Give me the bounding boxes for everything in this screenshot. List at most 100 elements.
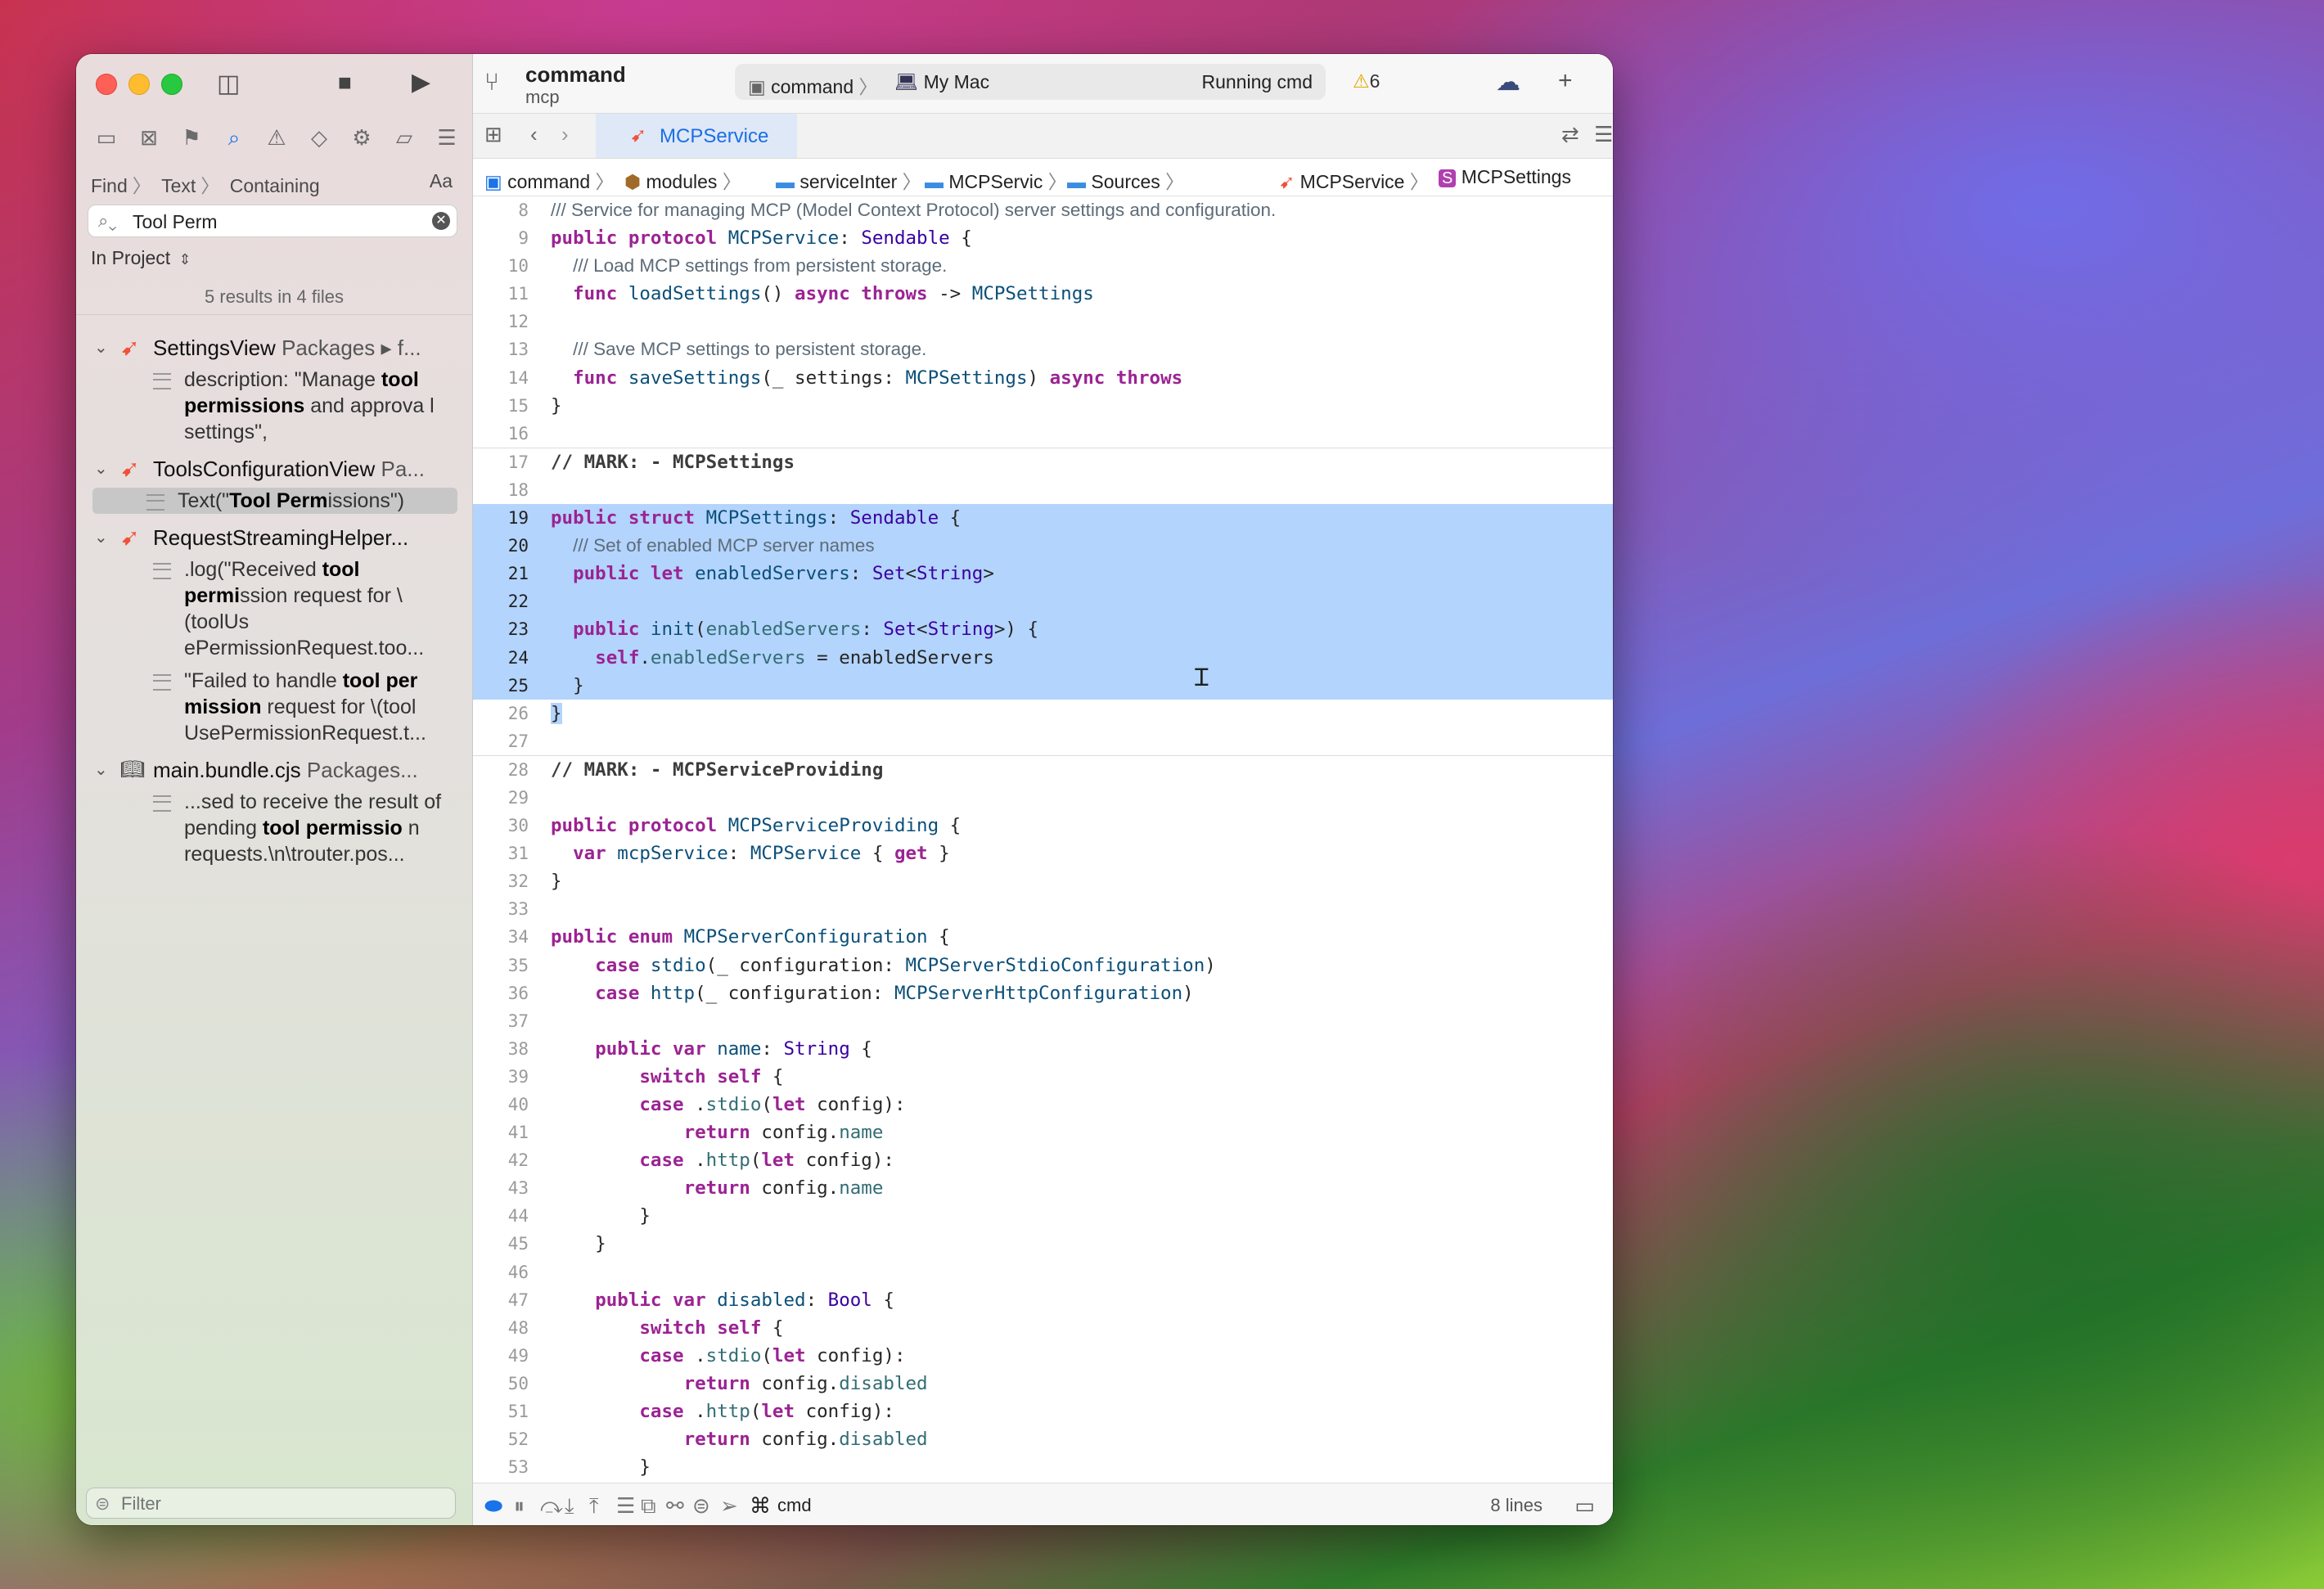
warning-indicator[interactable]: ⚠6 (1353, 70, 1380, 92)
result-file-row[interactable]: ⌄ 📖︎ main.bundle.cjs Packages... (76, 753, 472, 789)
find-mode[interactable]: Find (91, 175, 128, 196)
zoom-window-button[interactable] (161, 74, 182, 95)
breadcrumb-item[interactable]: ⬢ modules 〉 (624, 166, 741, 194)
tab-label: MCPService (660, 125, 769, 147)
chevron-down-icon[interactable]: ⌄ (94, 759, 108, 780)
find-search-input[interactable] (131, 209, 412, 235)
simulate-icon[interactable]: ⊜ (692, 1493, 710, 1519)
folder-icon: ▬ (925, 171, 944, 192)
back-icon[interactable]: ‹ (530, 122, 538, 146)
cloud-icon[interactable]: ☁ (1496, 70, 1520, 95)
scheme-selector[interactable]: ▣ command 〉 (748, 71, 878, 99)
breadcrumb-item[interactable]: ▬ MCPServic 〉 (925, 166, 1067, 194)
source-control-icon[interactable]: ⊠ (135, 123, 163, 152)
result-match[interactable]: ...sed to receive the result of pending … (133, 789, 459, 867)
breadcrumb-item[interactable]: S MCPSettings (1439, 166, 1571, 188)
source-editor[interactable]: 8/// Service for managing MCP (Model Con… (473, 196, 1613, 1481)
swap-icon[interactable]: ⇄ (1561, 122, 1579, 146)
editor-options-icon[interactable]: ☰ (1594, 122, 1613, 146)
step-out-icon[interactable]: ⤒ (589, 1493, 599, 1519)
breadcrumb-label: serviceInte⁠r (799, 171, 898, 192)
location-icon[interactable]: ➢ (720, 1493, 738, 1519)
app-icon: ▣ (748, 76, 766, 97)
code-line: 28// MARK: - MCPServiceProviding (473, 754, 1613, 784)
environment-icon[interactable]: ⚯ (666, 1493, 684, 1519)
forward-icon[interactable]: › (561, 122, 569, 146)
add-icon[interactable]: + (1558, 69, 1573, 93)
sidebar-toggle-icon[interactable]: ◫ (217, 72, 240, 97)
stop-icon[interactable]: ■ (338, 70, 352, 95)
xcode-window: ◫ ■ ▶ ▭ ⊠ ⚑ ⌕ ⚠ ◇ ⚙ ▱ ☰ Find 〉 Text 〉 Cont… (76, 54, 1613, 1525)
scope-selector[interactable]: In Project ⇕ (91, 247, 191, 269)
scheme-activity-bar: ▣ command 〉 💻︎ My Mac Running cmd (735, 64, 1326, 100)
view-hierarchy-icon[interactable]: ☰ (616, 1493, 635, 1519)
code-line: 36 case http(_ configuration: MCPServerH… (507, 982, 1194, 1004)
code-line-selected: 21 public let enabledServers: Set<String… (473, 560, 1613, 588)
result-file-row[interactable]: ⌄ ➹ ToolsConfigurationView Pa... (76, 452, 472, 488)
result-match[interactable]: .log("Received tool permission request f… (133, 556, 459, 661)
match-case-toggle[interactable]: Aa (430, 170, 453, 192)
text-lines-icon (153, 373, 171, 389)
breadcrumb-item[interactable]: ▬ Sources 〉 (1067, 166, 1184, 194)
breakpoint-icon[interactable]: ▱ (390, 123, 418, 152)
result-file-path: Packages ▸ f... (281, 335, 421, 360)
process-name[interactable]: cmd (777, 1495, 812, 1516)
find-type[interactable]: Text (161, 175, 196, 196)
result-file-row[interactable]: ⌄ ➹ RequestStreamingHelper... (76, 520, 472, 556)
chevron-down-icon[interactable]: ⌄ (94, 337, 108, 358)
folder-icon[interactable]: ▭ (92, 123, 120, 152)
branch-icon[interactable]: ⑂ (484, 69, 499, 97)
swift-icon: ➹ (120, 524, 140, 550)
breadcrumb-label: command (507, 171, 591, 192)
chevron-down-icon[interactable]: ⌄ (94, 458, 108, 479)
jump-bar: ▣ command 〉 ⬢ modules 〉 ▬ serviceInte⁠r … (473, 158, 1613, 196)
text-lines-icon (153, 674, 171, 691)
run-icon[interactable]: ▶ (412, 70, 430, 95)
find-match-style[interactable]: Containing (230, 175, 320, 196)
result-file-path: Pa... (381, 457, 425, 481)
bookmark-icon[interactable]: ⚑ (178, 123, 205, 152)
terminal-process-icon: ⌘ (750, 1493, 771, 1518)
chevron-down-icon[interactable]: ⌄ (94, 527, 108, 547)
close-window-button[interactable] (96, 74, 117, 95)
step-over-icon[interactable]: ⤼ (540, 1493, 563, 1519)
report-icon[interactable]: ☰ (433, 123, 461, 152)
selection-line-count: 8 lines (1490, 1495, 1543, 1515)
project-subtitle: mcp (525, 87, 560, 107)
issue-icon[interactable]: ⚠ (263, 123, 290, 152)
test-icon[interactable]: ◇ (305, 123, 333, 152)
result-match[interactable]: description: "Manage tool permissions an… (133, 367, 459, 445)
code-line: 45 } (507, 1233, 606, 1255)
find-navigator-icon[interactable]: ⌕ (220, 123, 248, 152)
divider (76, 314, 472, 315)
debug-icon[interactable]: ⚙ (348, 123, 376, 152)
result-match[interactable]: "Failed to handle tool per mission reque… (133, 668, 459, 746)
clear-search-icon[interactable]: ✕ (432, 212, 450, 230)
text-lines-icon (153, 795, 171, 812)
editor-tab-bar: ⊞ ‹ › ➹ MCPService ⇄ ☰ ⊞ (473, 113, 1613, 159)
code-line: 41 return config.name (507, 1122, 884, 1144)
breadcrumb-item[interactable]: ▬ serviceInte⁠r 〉 (776, 166, 921, 194)
filter-input[interactable] (119, 1492, 434, 1516)
code-line: 53 } (507, 1456, 651, 1479)
memory-graph-icon[interactable]: ⧉ (641, 1493, 656, 1519)
console-toggle-icon[interactable]: ▭ (1574, 1493, 1595, 1519)
code-line: 11 func loadSettings() async throws -> M… (507, 283, 1094, 305)
code-line: 37 (507, 1011, 529, 1031)
breadcrumb-item[interactable]: ▣ command 〉 (484, 166, 615, 194)
destination-selector[interactable]: 💻︎ My Mac (894, 71, 989, 93)
find-options: Find 〉 Text 〉 Containing Aa (91, 170, 453, 196)
warning-icon: ⚠ (1353, 70, 1370, 92)
result-file-path: Packages... (306, 758, 418, 782)
code-line: 52 return config.disabled (507, 1429, 928, 1451)
result-match-selected[interactable]: Text("Tool Permissions") (92, 488, 457, 514)
grid-icon[interactable]: ⊞ (484, 122, 502, 146)
step-into-icon[interactable]: ⤓ (565, 1493, 574, 1519)
breakpoints-toggle-icon[interactable]: ⬬ (484, 1493, 502, 1519)
project-title: command (525, 62, 626, 87)
result-file-row[interactable]: ⌄ ➹ SettingsView Packages ▸ f... (76, 331, 472, 367)
minimize-window-button[interactable] (128, 74, 150, 95)
breadcrumb-item[interactable]: ➹ MCPService 〉 (1279, 166, 1429, 194)
pause-icon[interactable]: ⏸ (514, 1493, 525, 1519)
tab-mcpservice[interactable]: ➹ MCPService (596, 114, 797, 158)
